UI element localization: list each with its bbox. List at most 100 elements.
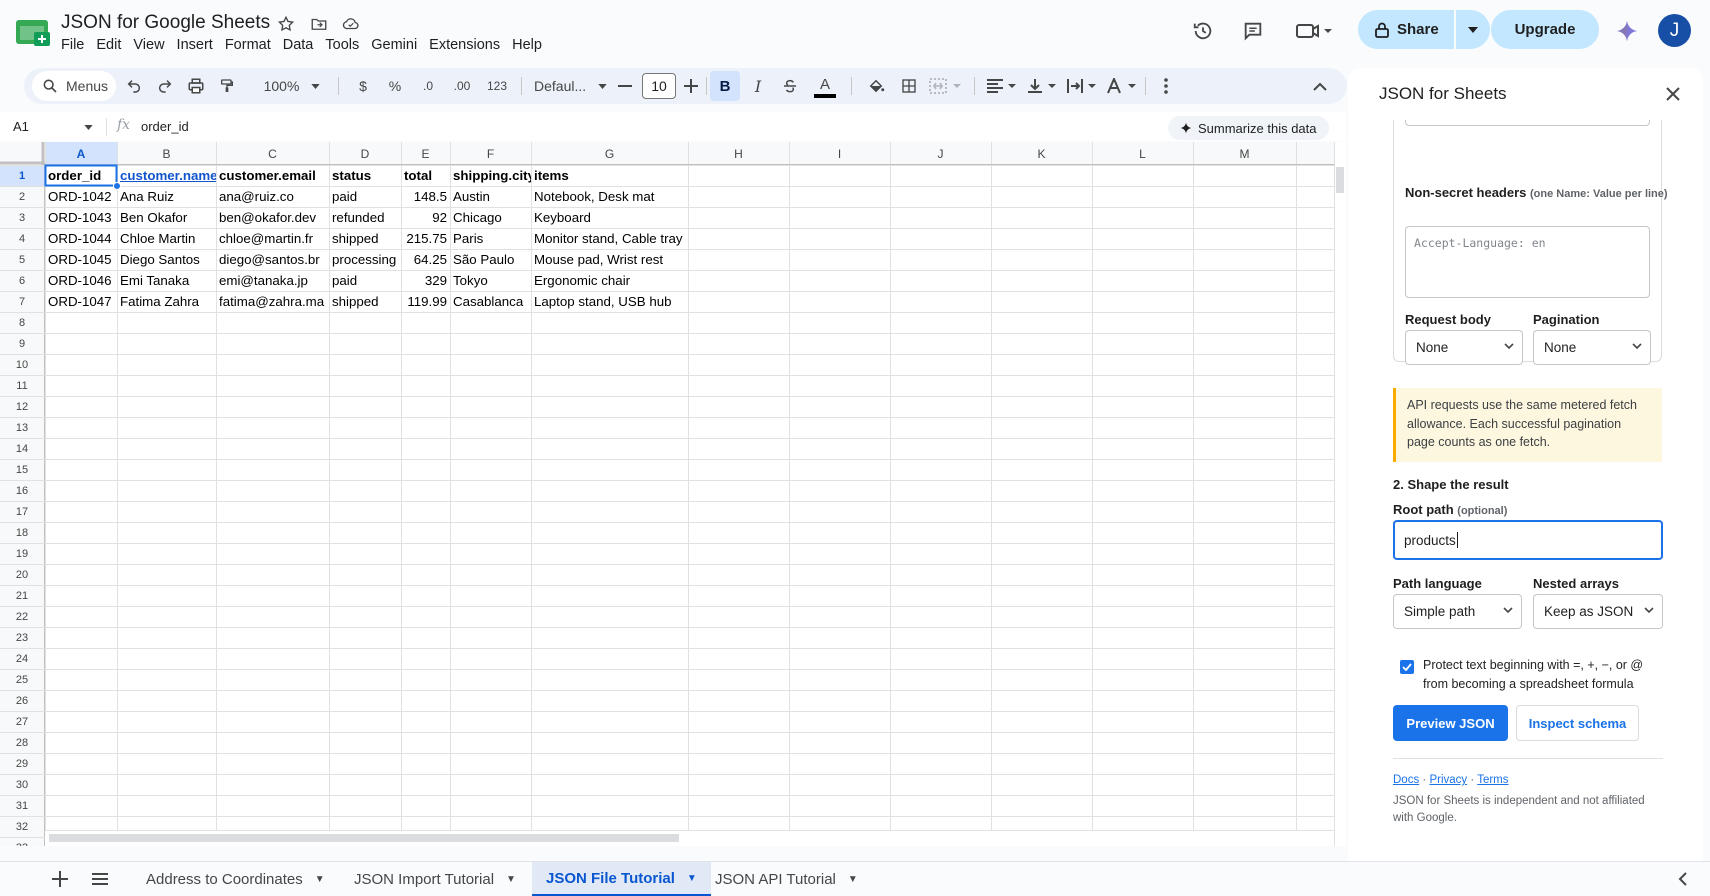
- column-header-j[interactable]: J: [890, 142, 991, 165]
- cell-f7[interactable]: Casablanca: [450, 291, 531, 312]
- upgrade-button[interactable]: Upgrade: [1491, 10, 1599, 49]
- move-folder-icon[interactable]: [309, 14, 329, 34]
- cell-d3[interactable]: refunded: [329, 207, 401, 228]
- redo-icon[interactable]: [151, 68, 179, 104]
- row-header-18[interactable]: 18: [0, 522, 44, 543]
- row-header-4[interactable]: 4: [0, 228, 44, 249]
- row-header-9[interactable]: 9: [0, 333, 44, 354]
- text-color-button[interactable]: A: [810, 68, 840, 104]
- cell-g3[interactable]: Keyboard: [531, 207, 688, 228]
- share-dropdown-button[interactable]: [1456, 10, 1490, 49]
- font-family-select[interactable]: Defaul...: [534, 68, 622, 104]
- row-header-22[interactable]: 22: [0, 606, 44, 627]
- cell-c4[interactable]: chloe@martin.fr: [216, 228, 329, 249]
- horizontal-align-icon[interactable]: [984, 68, 1020, 104]
- cell-b2[interactable]: Ana Ruiz: [117, 186, 216, 207]
- row-header-23[interactable]: 23: [0, 627, 44, 648]
- menu-extensions[interactable]: Extensions: [429, 37, 508, 53]
- row-header-30[interactable]: 30: [0, 774, 44, 795]
- cloud-status-icon[interactable]: [341, 14, 361, 34]
- spreadsheet-grid[interactable]: A B C D E F G H I J K L M 1 2 3 4 5 6 7 8 9 10 11 12 13 14 15 16 17 18…: [0, 142, 1346, 846]
- row-header-1[interactable]: 1: [0, 165, 44, 186]
- cell-b4[interactable]: Chloe Martin: [117, 228, 216, 249]
- cell-e7[interactable]: 119.99: [401, 291, 450, 312]
- cell-c7[interactable]: fatima@zahra.ma: [216, 291, 329, 312]
- font-size-input[interactable]: 10: [642, 73, 676, 99]
- cell-g7[interactable]: Laptop stand, USB hub: [531, 291, 688, 312]
- row-header-13[interactable]: 13: [0, 417, 44, 438]
- sheet-tab-address-to-coordinates[interactable]: Address to Coordinates ▼: [132, 862, 339, 896]
- close-icon[interactable]: [1661, 82, 1685, 106]
- version-history-icon[interactable]: [1190, 18, 1216, 44]
- bold-button[interactable]: B: [710, 71, 740, 101]
- column-header-f[interactable]: F: [450, 142, 531, 165]
- share-button[interactable]: Share: [1358, 10, 1454, 49]
- row-header-31[interactable]: 31: [0, 795, 44, 816]
- all-sheets-icon[interactable]: [92, 872, 110, 888]
- cell-g1[interactable]: items: [531, 165, 688, 186]
- percent-format-button[interactable]: %: [383, 68, 407, 104]
- cell-c5[interactable]: diego@santos.br: [216, 249, 329, 270]
- cell-b7[interactable]: Fatima Zahra: [117, 291, 216, 312]
- vertical-align-icon[interactable]: [1024, 68, 1060, 104]
- cell-b3[interactable]: Ben Okafor: [117, 207, 216, 228]
- sheet-tab-json-api-tutorial[interactable]: JSON API Tutorial ▼: [701, 862, 872, 896]
- cell-b5[interactable]: Diego Santos: [117, 249, 216, 270]
- row-header-10[interactable]: 10: [0, 354, 44, 375]
- cell-f5[interactable]: São Paulo: [450, 249, 531, 270]
- sheets-logo-icon[interactable]: [16, 18, 50, 46]
- increase-font-size-icon[interactable]: [679, 68, 703, 104]
- increase-decimal-button[interactable]: .00: [447, 68, 477, 104]
- cell-d2[interactable]: paid: [329, 186, 401, 207]
- print-icon[interactable]: [182, 68, 210, 104]
- column-header-h[interactable]: H: [688, 142, 789, 165]
- cell-c3[interactable]: ben@okafor.dev: [216, 207, 329, 228]
- row-header-14[interactable]: 14: [0, 438, 44, 459]
- path-language-select[interactable]: Simple path: [1393, 594, 1522, 629]
- sheet-tab-json-import-tutorial[interactable]: JSON Import Tutorial ▼: [340, 862, 530, 896]
- column-header-b[interactable]: B: [117, 142, 216, 165]
- cell-f2[interactable]: Austin: [450, 186, 531, 207]
- text-wrapping-icon[interactable]: [1064, 68, 1100, 104]
- menu-file[interactable]: File: [61, 37, 92, 53]
- row-header-2[interactable]: 2: [0, 186, 44, 207]
- collapse-side-panel-icon[interactable]: [1672, 869, 1692, 889]
- row-header-19[interactable]: 19: [0, 543, 44, 564]
- decrease-decimal-button[interactable]: .0: [414, 68, 442, 104]
- cell-a1[interactable]: order_id: [45, 165, 117, 186]
- merge-cells-icon[interactable]: [927, 68, 967, 104]
- cell-e6[interactable]: 329: [401, 270, 450, 291]
- row-header-15[interactable]: 15: [0, 459, 44, 480]
- menu-edit[interactable]: Edit: [96, 37, 129, 53]
- row-header-25[interactable]: 25: [0, 669, 44, 690]
- cell-g2[interactable]: Notebook, Desk mat: [531, 186, 688, 207]
- menus-search[interactable]: Menus: [32, 71, 116, 101]
- scrolled-textarea[interactable]: [1405, 120, 1650, 126]
- cell-c6[interactable]: emi@tanaka.jp: [216, 270, 329, 291]
- strikethrough-icon[interactable]: [776, 68, 804, 104]
- cell-d5[interactable]: processing: [329, 249, 401, 270]
- request-body-select[interactable]: None: [1405, 330, 1523, 365]
- cell-f4[interactable]: Paris: [450, 228, 531, 249]
- docs-link[interactable]: Docs: [1393, 774, 1419, 786]
- comments-icon[interactable]: [1240, 18, 1266, 44]
- borders-icon[interactable]: [895, 68, 923, 104]
- cell-e2[interactable]: 148.5: [401, 186, 450, 207]
- row-header-24[interactable]: 24: [0, 648, 44, 669]
- text-rotation-icon[interactable]: [1104, 68, 1140, 104]
- chevron-down-icon[interactable]: [84, 125, 93, 130]
- zoom-select[interactable]: 100%: [260, 68, 324, 104]
- pagination-select[interactable]: None: [1533, 330, 1651, 365]
- cell-f3[interactable]: Chicago: [450, 207, 531, 228]
- menu-data[interactable]: Data: [283, 37, 322, 53]
- row-header-3[interactable]: 3: [0, 207, 44, 228]
- column-header-g[interactable]: G: [531, 142, 688, 165]
- row-header-26[interactable]: 26: [0, 690, 44, 711]
- cell-d1[interactable]: status: [329, 165, 401, 186]
- row-header-33[interactable]: 33: [0, 837, 44, 847]
- cell-c2[interactable]: ana@ruiz.co: [216, 186, 329, 207]
- cell-d7[interactable]: shipped: [329, 291, 401, 312]
- column-header-i[interactable]: I: [789, 142, 890, 165]
- row-header-11[interactable]: 11: [0, 375, 44, 396]
- cell-a5[interactable]: ORD-1045: [45, 249, 117, 270]
